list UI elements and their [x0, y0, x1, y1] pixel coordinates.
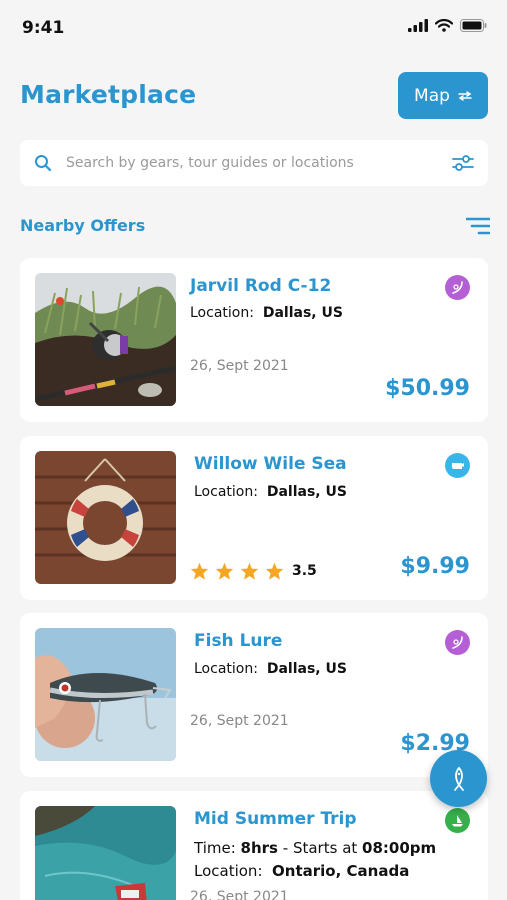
- offer-time: Time: 8hrs - Starts at 08:00pm: [194, 839, 436, 857]
- page-title: Marketplace: [20, 80, 197, 109]
- offer-price: $50.99: [385, 376, 470, 401]
- signal-icon: [408, 19, 428, 32]
- map-button-label: Map: [414, 85, 450, 106]
- status-icons: [408, 19, 487, 32]
- fish-fab-button[interactable]: [430, 750, 487, 807]
- offer-price: $9.99: [400, 554, 470, 579]
- section-title: Nearby Offers: [20, 216, 146, 235]
- offer-location: Location: Dallas, US: [194, 484, 347, 500]
- location-value: Dallas, US: [262, 305, 343, 321]
- offer-date: 26, Sept 2021: [190, 713, 289, 729]
- search-bar: [20, 140, 488, 186]
- boat-icon: [445, 808, 470, 833]
- time-value: 8hrs: [240, 839, 278, 857]
- location-value: Dallas, US: [266, 661, 347, 677]
- offer-location: Location: Ontario, Canada: [194, 862, 409, 880]
- star-icon: [215, 562, 234, 580]
- starts-label: - Starts at: [282, 839, 358, 857]
- offer-card[interactable]: Willow Wile Sea Location: Dallas, US 3.5…: [20, 436, 488, 600]
- offer-image-lifebuoy: [35, 451, 176, 584]
- location-value: Dallas, US: [266, 484, 347, 500]
- offer-location: Location: Dallas, US: [194, 661, 347, 677]
- battery-icon: [460, 19, 487, 32]
- time-label: Time:: [194, 839, 236, 857]
- status-bar: 9:41: [0, 0, 507, 56]
- wifi-icon: [435, 19, 453, 32]
- offer-image-fish-lure: [35, 628, 176, 761]
- offer-title: Willow Wile Sea: [194, 454, 347, 474]
- offer-card[interactable]: Jarvil Rod C-12 Location: Dallas, US 26,…: [20, 258, 488, 422]
- offer-card[interactable]: Fish Lure Location: Dallas, US 26, Sept …: [20, 613, 488, 777]
- offer-card[interactable]: Mid Summer Trip Time: 8hrs - Starts at 0…: [20, 791, 488, 900]
- offer-title: Jarvil Rod C-12: [190, 276, 332, 296]
- offer-image-boat-trip: [35, 806, 176, 900]
- sort-icon[interactable]: [466, 216, 490, 236]
- fish-icon: [453, 766, 464, 791]
- fishing-rod-icon: [445, 630, 470, 655]
- starts-value: 08:00pm: [362, 839, 437, 857]
- offer-title: Mid Summer Trip: [194, 809, 357, 829]
- star-icon: [240, 562, 259, 580]
- offer-date: 26, Sept 2021: [190, 889, 289, 900]
- search-input[interactable]: [66, 155, 452, 171]
- location-label: Location:: [194, 661, 258, 677]
- fishing-rod-icon: [445, 275, 470, 300]
- location-label: Location:: [194, 862, 263, 880]
- sea-icon: [445, 453, 470, 478]
- map-button[interactable]: Map: [398, 72, 488, 119]
- filter-sliders-icon[interactable]: [452, 154, 474, 172]
- offer-rating: 3.5: [190, 562, 317, 580]
- star-icon: [265, 562, 284, 580]
- offer-location: Location: Dallas, US: [190, 305, 343, 321]
- rating-value: 3.5: [292, 563, 317, 579]
- offer-date: 26, Sept 2021: [190, 358, 289, 374]
- offer-title: Fish Lure: [194, 631, 283, 651]
- location-label: Location:: [194, 484, 258, 500]
- search-icon: [35, 155, 52, 172]
- location-label: Location:: [190, 305, 254, 321]
- offer-image-fishing-rod: [35, 273, 176, 406]
- swap-arrows-icon: [458, 90, 472, 101]
- location-value: Ontario, Canada: [272, 862, 410, 880]
- star-icon: [190, 562, 209, 580]
- status-time: 9:41: [22, 18, 65, 38]
